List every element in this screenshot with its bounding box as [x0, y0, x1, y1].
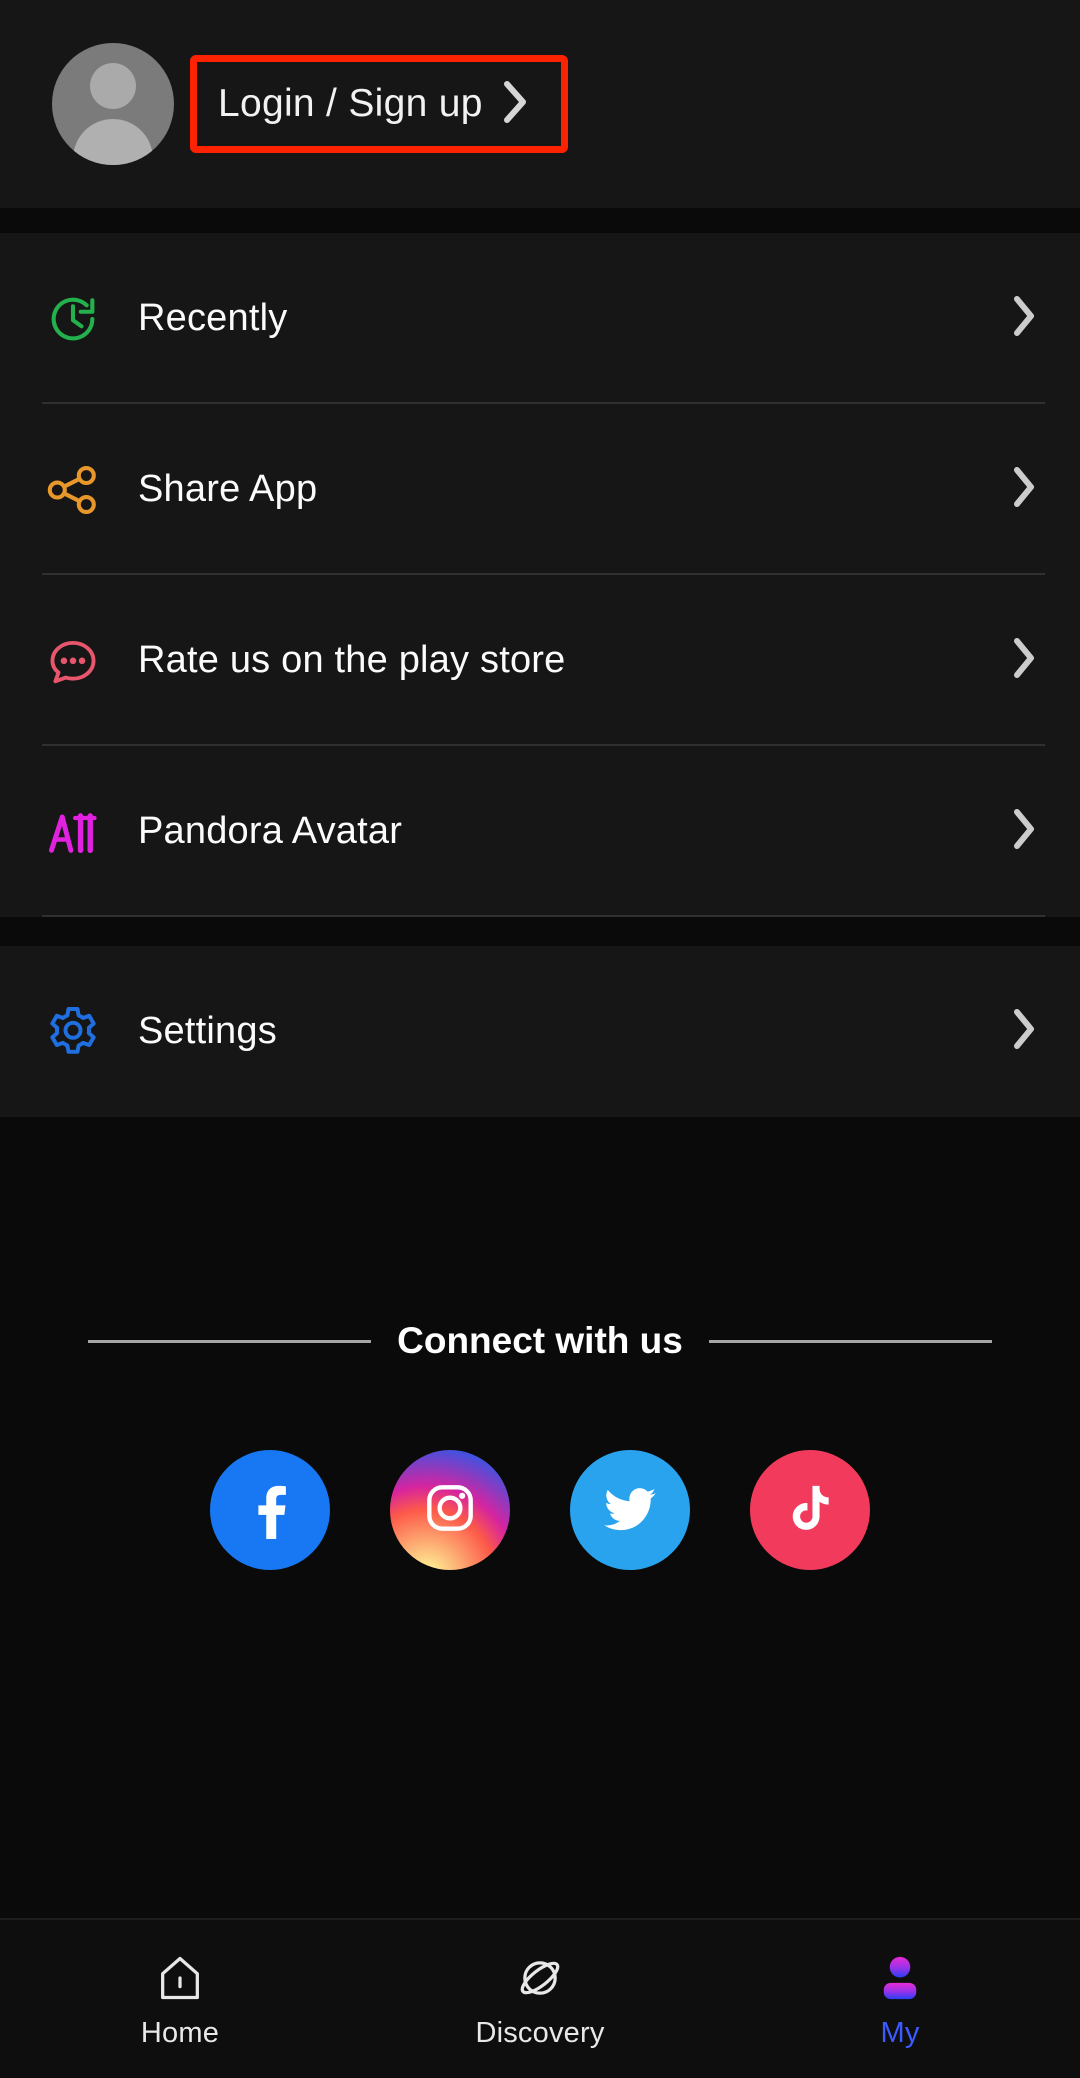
chevron-right-icon — [1010, 464, 1038, 515]
menu-group-settings: Settings — [0, 946, 1080, 1117]
divider-line-right — [708, 1339, 992, 1343]
divider-line-left — [88, 1339, 372, 1343]
menu-item-share-app[interactable]: Share App — [0, 404, 1080, 575]
nav-item-label: My — [880, 2017, 920, 2049]
profile-header: Login / Sign up — [0, 0, 1080, 208]
nav-item-my[interactable]: My — [720, 1920, 1080, 2078]
menu-item-label: Rate us on the play store — [138, 639, 566, 681]
menu-item-pandora-avatar[interactable]: Pandora Avatar — [0, 746, 1080, 917]
nav-item-label: Discovery — [475, 2017, 605, 2049]
social-link-twitter[interactable] — [570, 1450, 690, 1570]
avatar-body-shape — [73, 119, 153, 165]
chevron-right-icon — [1010, 806, 1038, 857]
avatar[interactable] — [52, 43, 174, 165]
connect-with-us-header: Connect with us — [0, 1320, 1080, 1362]
tiktok-icon — [782, 1480, 838, 1541]
social-link-instagram[interactable] — [390, 1450, 510, 1570]
avatar-head-shape — [90, 63, 136, 109]
chevron-right-icon — [1010, 635, 1038, 686]
history-clock-icon — [42, 288, 104, 350]
menu-item-label: Pandora Avatar — [138, 810, 403, 852]
home-icon — [154, 1948, 206, 2008]
menu-item-label: Settings — [138, 1010, 277, 1052]
chevron-right-icon — [1010, 1006, 1038, 1057]
nav-item-label: Home — [140, 2017, 220, 2049]
twitter-icon — [599, 1477, 661, 1544]
menu-item-recently[interactable]: Recently — [0, 233, 1080, 404]
nav-item-home[interactable]: Home — [0, 1920, 360, 2078]
chat-bubble-dots-icon — [42, 630, 104, 692]
profile-screen: Login / Sign up Recently Share App Rate … — [0, 0, 1080, 2078]
ai-avatar-icon — [42, 801, 104, 863]
gear-icon — [42, 1001, 104, 1063]
menu-item-label: Recently — [138, 297, 288, 339]
bottom-navigation-bar: Home Discovery My — [0, 1918, 1080, 2078]
social-link-tiktok[interactable] — [750, 1450, 870, 1570]
person-icon — [874, 1948, 926, 2008]
menu-item-label: Share App — [138, 468, 318, 510]
share-nodes-icon — [42, 459, 104, 521]
social-links — [0, 1450, 1080, 1570]
section-gap-mid — [0, 917, 1080, 946]
instagram-icon — [419, 1477, 481, 1544]
menu-item-settings[interactable]: Settings — [0, 946, 1080, 1117]
facebook-icon — [239, 1477, 301, 1544]
chevron-right-icon — [1010, 293, 1038, 344]
social-link-facebook[interactable] — [210, 1450, 330, 1570]
menu-item-rate-us[interactable]: Rate us on the play store — [0, 575, 1080, 746]
login-signup-button[interactable]: Login / Sign up — [190, 55, 568, 153]
section-gap-top — [0, 208, 1080, 233]
planet-icon — [514, 1948, 566, 2008]
nav-item-discovery[interactable]: Discovery — [360, 1920, 720, 2078]
chevron-right-icon — [501, 78, 531, 131]
login-signup-label: Login / Sign up — [218, 82, 483, 125]
menu-group-primary: Recently Share App Rate us on the play s… — [0, 233, 1080, 917]
connect-with-us-title: Connect with us — [397, 1320, 683, 1361]
